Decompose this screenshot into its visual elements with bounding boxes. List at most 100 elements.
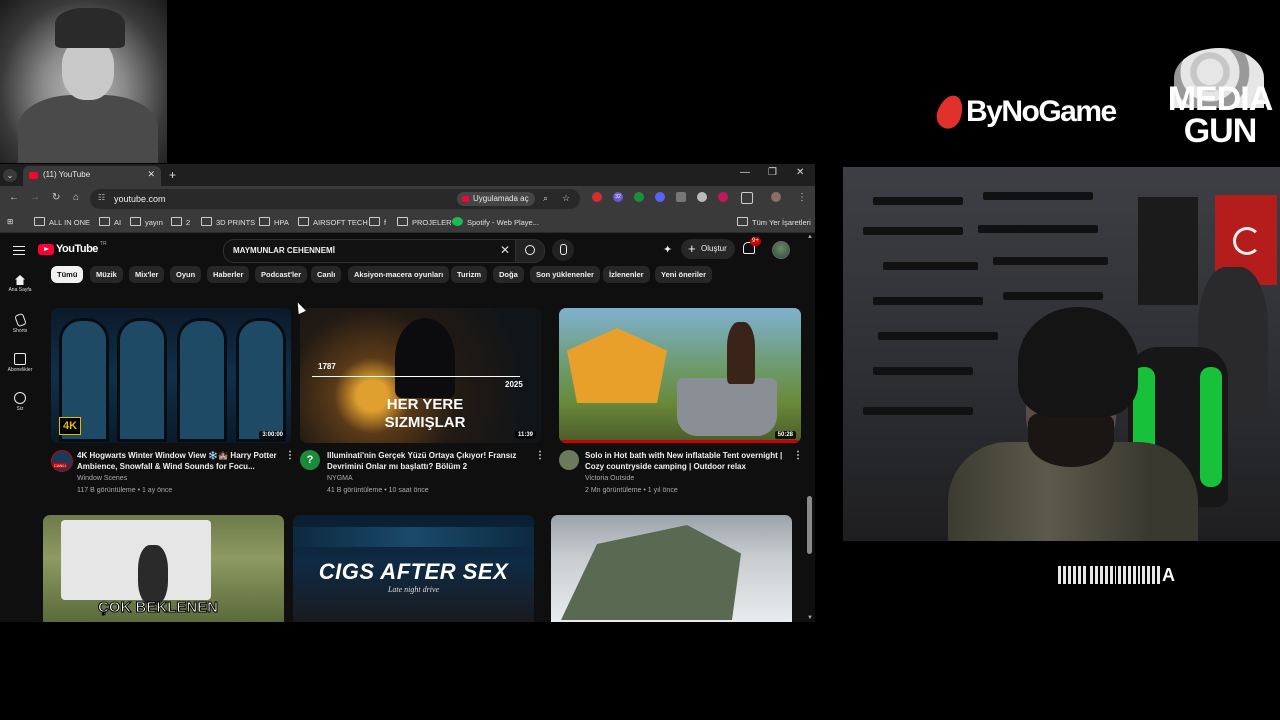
- search-input[interactable]: MAYMUNLAR CEHENNEMİ ✕: [223, 239, 517, 263]
- search-button[interactable]: [515, 239, 545, 263]
- bookmark-label: ALL IN ONE: [49, 218, 90, 227]
- bookmark-folder[interactable]: ALL IN ONE: [34, 217, 90, 227]
- account-avatar[interactable]: [772, 241, 790, 259]
- scrollbar-thumb[interactable]: [807, 496, 812, 554]
- navigation-bar: ← → ↻ ⌂ ☷ youtube.com Uygulamada aç ⌕ ☆ …: [0, 186, 815, 212]
- close-window-button[interactable]: ✕: [796, 167, 804, 178]
- tab-close-icon[interactable]: ✕: [147, 169, 155, 180]
- chip-recently-uploaded[interactable]: Son yüklenenler: [530, 266, 600, 283]
- sidebar-item-shorts[interactable]: Shorts: [0, 312, 40, 334]
- bookmark-spotify[interactable]: Spotify - Web Playe...: [452, 217, 539, 227]
- scroll-down-icon[interactable]: ▼: [807, 615, 813, 621]
- chip-live[interactable]: Canlı: [311, 266, 342, 283]
- bookmark-folder[interactable]: AI: [99, 217, 121, 227]
- channel-avatar[interactable]: [559, 450, 579, 470]
- scroll-up-icon[interactable]: ▲: [807, 234, 813, 240]
- chip-gaming[interactable]: Oyun: [170, 266, 202, 283]
- video-menu-icon[interactable]: ⋮: [285, 450, 295, 461]
- bookmark-folder[interactable]: PROJELER: [397, 217, 452, 227]
- mediagun-line2: GUN: [1183, 112, 1258, 150]
- sidebar-item-home[interactable]: Ana Sayfa: [0, 275, 40, 293]
- chip-music[interactable]: Müzik: [90, 266, 123, 283]
- sidebar-item-you[interactable]: Siz: [0, 392, 40, 412]
- channel-name[interactable]: Window Scenes: [77, 473, 127, 484]
- address-bar[interactable]: ☷ youtube.com Uygulamada aç ⌕ ☆: [90, 189, 580, 209]
- channel-name[interactable]: NYGMA: [327, 473, 353, 484]
- video-thumbnail[interactable]: 1787 2025 HER YERE SIZMIŞLAR 11:39: [300, 308, 541, 443]
- video-title[interactable]: 4K Hogwarts Winter Window View ❄️🏰 Harry…: [77, 450, 282, 472]
- video-title[interactable]: Solo in Hot bath with New inflatable Ten…: [585, 450, 790, 472]
- site-info-icon[interactable]: ☷: [98, 193, 108, 204]
- video-thumbnail[interactable]: ÇOK BEKLENEN: [43, 515, 284, 622]
- bookmark-folder[interactable]: AIRSOFT TECH: [298, 217, 368, 227]
- reload-button[interactable]: ↻: [52, 192, 60, 203]
- mediagun-logo: MEDIA GUN: [1162, 48, 1278, 152]
- bookmarks-bar: ⊞ ALL IN ONE AI yayın 2 3D PRINTS HPA AI…: [0, 212, 815, 233]
- chip-all[interactable]: Tümü: [51, 266, 84, 283]
- open-in-app-button[interactable]: Uygulamada aç: [457, 192, 535, 206]
- video-menu-icon[interactable]: ⋮: [793, 450, 803, 461]
- zoom-icon[interactable]: ⌕: [543, 193, 548, 204]
- back-button[interactable]: ←: [9, 192, 19, 203]
- create-button[interactable]: + Oluştur: [681, 239, 735, 259]
- chip-new-to-you[interactable]: Yeni öneriler: [655, 266, 713, 283]
- chip-watched[interactable]: İzlenenler: [603, 266, 650, 283]
- extension-shield-icon[interactable]: [676, 192, 686, 202]
- apps-grid-icon[interactable]: ⊞: [7, 217, 13, 226]
- extension-discord-icon[interactable]: [655, 192, 665, 202]
- extensions-puzzle-icon[interactable]: [741, 192, 753, 204]
- extension-pink-icon[interactable]: [718, 192, 728, 202]
- chip-news[interactable]: Haberler: [207, 266, 250, 283]
- extension-badge-icon[interactable]: 32: [613, 192, 623, 202]
- restore-button[interactable]: ❐: [768, 167, 777, 178]
- bookmark-folder[interactable]: f: [369, 217, 386, 227]
- channel-avatar[interactable]: CANLI: [51, 450, 73, 472]
- video-thumbnail[interactable]: 4K 3:00:00: [51, 308, 291, 443]
- video-menu-icon[interactable]: ⋮: [535, 450, 545, 461]
- extension-diamond-icon[interactable]: [697, 192, 707, 202]
- tab-youtube[interactable]: (11) YouTube ✕: [23, 166, 161, 186]
- channel-name[interactable]: Victoria Outside: [585, 473, 634, 484]
- cast-icon[interactable]: ✦: [663, 243, 672, 256]
- you-icon: [14, 392, 26, 404]
- sidebar-item-subscriptions[interactable]: Abonelikler: [0, 353, 40, 373]
- youtube-page: YouTube TR MAYMUNLAR CEHENNEMİ ✕ ✦ + Oluş…: [0, 233, 815, 622]
- bookmark-folder[interactable]: HPA: [259, 217, 289, 227]
- chip-mixes[interactable]: Mix'ler: [129, 266, 165, 283]
- video-thumbnail[interactable]: CIGS AFTER SEX Late night drive: [293, 515, 534, 622]
- bookmark-star-icon[interactable]: ☆: [562, 193, 570, 204]
- extension-grammarly-icon[interactable]: [634, 192, 644, 202]
- chip-nature[interactable]: Doğa: [493, 266, 524, 283]
- all-bookmarks-folder[interactable]: Tüm Yer İşaretleri: [737, 217, 811, 227]
- clear-search-icon[interactable]: ✕: [500, 243, 510, 257]
- extension-red-icon[interactable]: [592, 192, 602, 202]
- bookmark-folder[interactable]: yayın: [130, 217, 163, 227]
- video-thumbnail[interactable]: [551, 515, 792, 622]
- chip-tourism[interactable]: Turizm: [451, 266, 488, 283]
- forward-button[interactable]: →: [30, 192, 40, 203]
- profile-icon[interactable]: [771, 192, 781, 202]
- new-tab-button[interactable]: +: [169, 168, 176, 182]
- youtube-logo[interactable]: YouTube TR: [38, 241, 107, 255]
- bookmark-folder[interactable]: 2: [171, 217, 190, 227]
- video-title[interactable]: Illuminati'nin Gerçek Yüzü Ortaya Çıkıyo…: [327, 450, 532, 472]
- minimize-button[interactable]: —: [740, 167, 750, 178]
- channel-avatar-question-icon[interactable]: ?: [300, 450, 320, 470]
- bookmark-label: HPA: [274, 218, 289, 227]
- browser-menu-icon[interactable]: ⋮: [797, 192, 807, 203]
- sidebar-item-label: Siz: [16, 406, 24, 412]
- page-scrollbar[interactable]: ▲ ▼: [806, 233, 815, 622]
- bookmark-label: yayın: [145, 218, 163, 227]
- notification-count-badge: 9+: [750, 237, 761, 246]
- home-icon: [15, 275, 25, 285]
- video-thumbnail[interactable]: 50:28: [559, 308, 801, 443]
- tab-search-chevron-icon[interactable]: ⌄: [3, 169, 17, 182]
- video-duration: 11:39: [514, 431, 536, 439]
- bookmark-folder[interactable]: 3D PRINTS: [201, 217, 255, 227]
- home-button[interactable]: ⌂: [73, 192, 79, 203]
- chip-action-adventure[interactable]: Aksiyon-macera oyunları: [348, 266, 450, 283]
- voice-search-button[interactable]: [552, 239, 574, 261]
- chip-podcasts[interactable]: Podcast'ler: [255, 266, 308, 283]
- url-text: youtube.com: [114, 194, 166, 204]
- menu-hamburger-icon[interactable]: [13, 243, 25, 258]
